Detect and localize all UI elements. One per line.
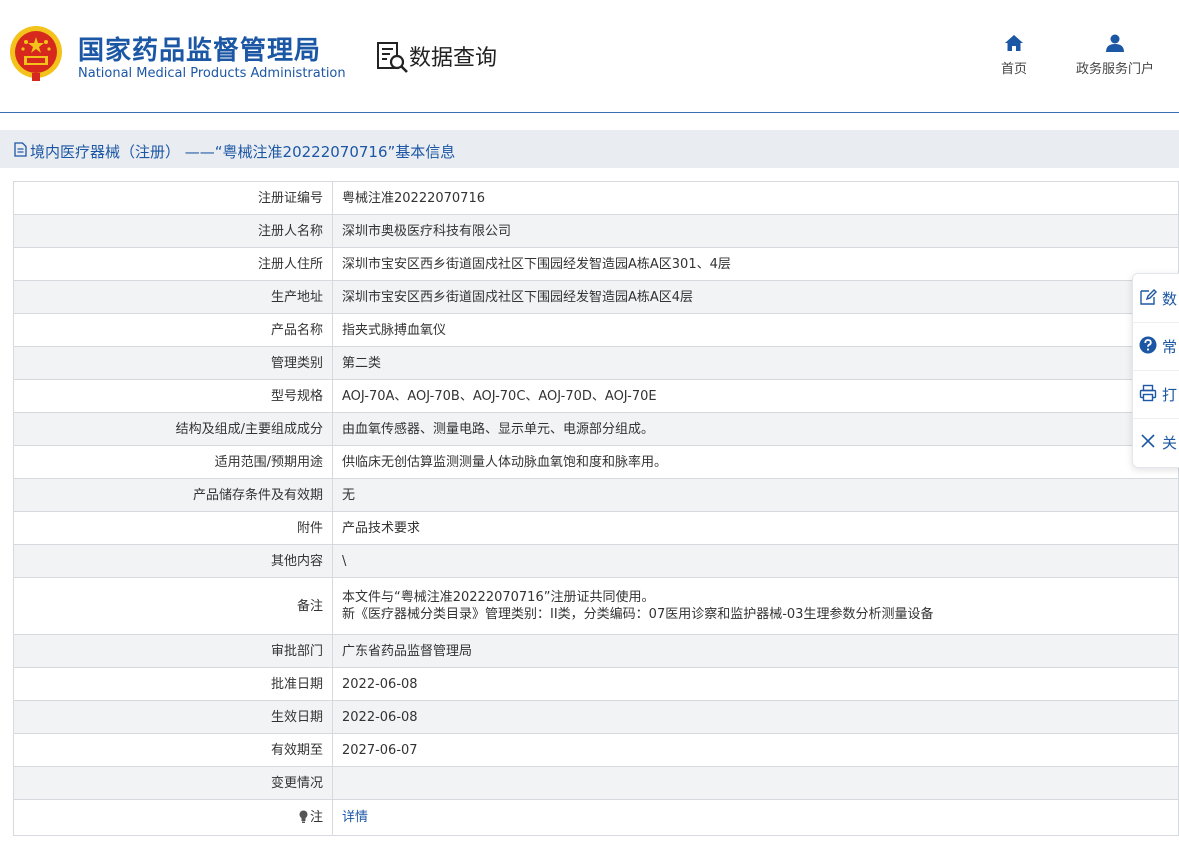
edit-icon [1140,289,1157,305]
side-item-data[interactable]: 数 [1133,274,1179,323]
section-title: 数据查询 [409,46,498,71]
field-value: 由血氧传感器、测量电路、显示单元、电源部分组成。 [332,412,1179,446]
table-row: 生产地址 深圳市宝安区西乡街道固戍社区下围园经发智造园A栋A区4层 [13,280,1179,314]
remark-line: 本文件与“粤械注准20222070716”注册证共同使用。 [342,590,655,605]
field-value: 本文件与“粤械注准20222070716”注册证共同使用。 新《医疗器械分类目录… [332,577,1179,635]
table-row: 其他内容 \ [13,544,1179,578]
table-row: 注册证编号 粤械注准20222070716 [13,181,1179,215]
field-label: 注 [13,799,333,836]
site-header: 国家药品监督管理局 National Medical Products Admi… [0,0,1179,113]
field-label: 注册人住所 [13,247,333,281]
field-value: 2022-06-08 [332,667,1179,701]
side-item-label: 常 [1162,338,1178,356]
table-row: 批准日期 2022-06-08 [13,667,1179,701]
page-title: 境内医疗器械（注册） ——“粤械注准20222070716”基本信息 [30,143,456,161]
table-row: 有效期至 2027-06-07 [13,733,1179,767]
field-label: 批准日期 [13,667,333,701]
field-label: 型号规格 [13,379,333,413]
document-icon [14,142,27,157]
table-row: 产品名称 指夹式脉搏血氧仪 [13,313,1179,347]
field-label: 附件 [13,511,333,545]
table-row: 注册人名称 深圳市奥极医疗科技有限公司 [13,214,1179,248]
field-label: 备注 [13,577,333,635]
brand-name-cn: 国家药品监督管理局 [78,36,322,66]
table-row: 生效日期 2022-06-08 [13,700,1179,734]
nav-portal-label: 政务服务门户 [1075,62,1154,77]
field-value: \ [332,544,1179,578]
table-row: 变更情况 [13,766,1179,800]
table-row: 附件 产品技术要求 [13,511,1179,545]
field-value: AOJ-70A、AOJ-70B、AOJ-70C、AOJ-70D、AOJ-70E [332,379,1179,413]
field-value: 2022-06-08 [332,700,1179,734]
question-icon [1139,336,1157,354]
field-value: 广东省药品监督管理局 [332,634,1179,668]
print-icon [1139,384,1157,402]
table-row: 管理类别 第二类 [13,346,1179,380]
field-label: 产品储存条件及有效期 [13,478,333,512]
table-row: 产品储存条件及有效期 无 [13,478,1179,512]
floating-side-panel: 数 常 打 关 [1132,273,1179,468]
nav-home-link[interactable]: 首页 [994,34,1034,77]
data-query-icon [377,42,408,73]
field-value: 无 [332,478,1179,512]
home-icon [1005,35,1023,51]
table-row: 审批部门 广东省药品监督管理局 [13,634,1179,668]
field-value [332,766,1179,800]
note-label: 注 [309,810,323,825]
field-label: 管理类别 [13,346,333,380]
nav-portal-link[interactable]: 政务服务门户 [1068,34,1162,77]
field-label: 注册人名称 [13,214,333,248]
field-value: 详情 [332,799,1179,836]
nav-home-label: 首页 [1000,62,1027,77]
field-label: 审批部门 [13,634,333,668]
side-item-close[interactable]: 关 [1133,418,1179,466]
table-row: 备注 本文件与“粤械注准20222070716”注册证共同使用。 新《医疗器械分… [13,577,1179,635]
field-value: 深圳市宝安区西乡街道固戍社区下围园经发智造园A栋A区301、4层 [332,247,1179,281]
page-title-bar: 境内医疗器械（注册） ——“粤械注准20222070716”基本信息 [0,130,1179,168]
side-item-faq[interactable]: 常 [1133,322,1179,371]
field-value: 供临床无创估算监测测量人体动脉血氧饱和度和脉率用。 [332,445,1179,479]
field-label: 生产地址 [13,280,333,314]
field-label: 注册证编号 [13,181,333,215]
field-value: 2027-06-07 [332,733,1179,767]
field-label: 结构及组成/主要组成成分 [13,412,333,446]
field-value: 粤械注准20222070716 [332,181,1179,215]
national-emblem-icon [10,26,62,81]
side-item-label: 数 [1162,290,1178,308]
field-label: 有效期至 [13,733,333,767]
field-label: 其他内容 [13,544,333,578]
field-value: 指夹式脉搏血氧仪 [332,313,1179,347]
side-item-label: 关 [1162,434,1178,452]
table-row: 注册人住所 深圳市宝安区西乡街道固戍社区下围园经发智造园A栋A区301、4层 [13,247,1179,281]
table-row: 结构及组成/主要组成成分 由血氧传感器、测量电路、显示单元、电源部分组成。 [13,412,1179,446]
table-row: 适用范围/预期用途 供临床无创估算监测测量人体动脉血氧饱和度和脉率用。 [13,445,1179,479]
table-row: 型号规格 AOJ-70A、AOJ-70B、AOJ-70C、AOJ-70D、AOJ… [13,379,1179,413]
field-label: 变更情况 [13,766,333,800]
field-value: 深圳市奥极医疗科技有限公司 [332,214,1179,248]
field-label: 生效日期 [13,700,333,734]
user-icon [1106,34,1124,52]
field-value: 第二类 [332,346,1179,380]
field-value: 产品技术要求 [332,511,1179,545]
side-item-print[interactable]: 打 [1133,370,1179,419]
field-value: 深圳市宝安区西乡街道固戍社区下围园经发智造园A栋A区4层 [332,280,1179,314]
table-row: 注 详情 [13,799,1179,836]
registration-info-table: 注册证编号 粤械注准20222070716 注册人名称 深圳市奥极医疗科技有限公… [13,181,1179,836]
brand-name-en: National Medical Products Administration [78,66,346,81]
field-label: 产品名称 [13,313,333,347]
side-item-label: 打 [1162,386,1178,404]
close-icon [1141,434,1155,448]
remark-line: 新《医疗器械分类目录》管理类别：II类，分类编码：07医用诊察和监护器械-03生… [342,607,934,622]
lightbulb-icon [299,810,308,823]
details-link[interactable]: 详情 [342,810,368,825]
field-label: 适用范围/预期用途 [13,445,333,479]
